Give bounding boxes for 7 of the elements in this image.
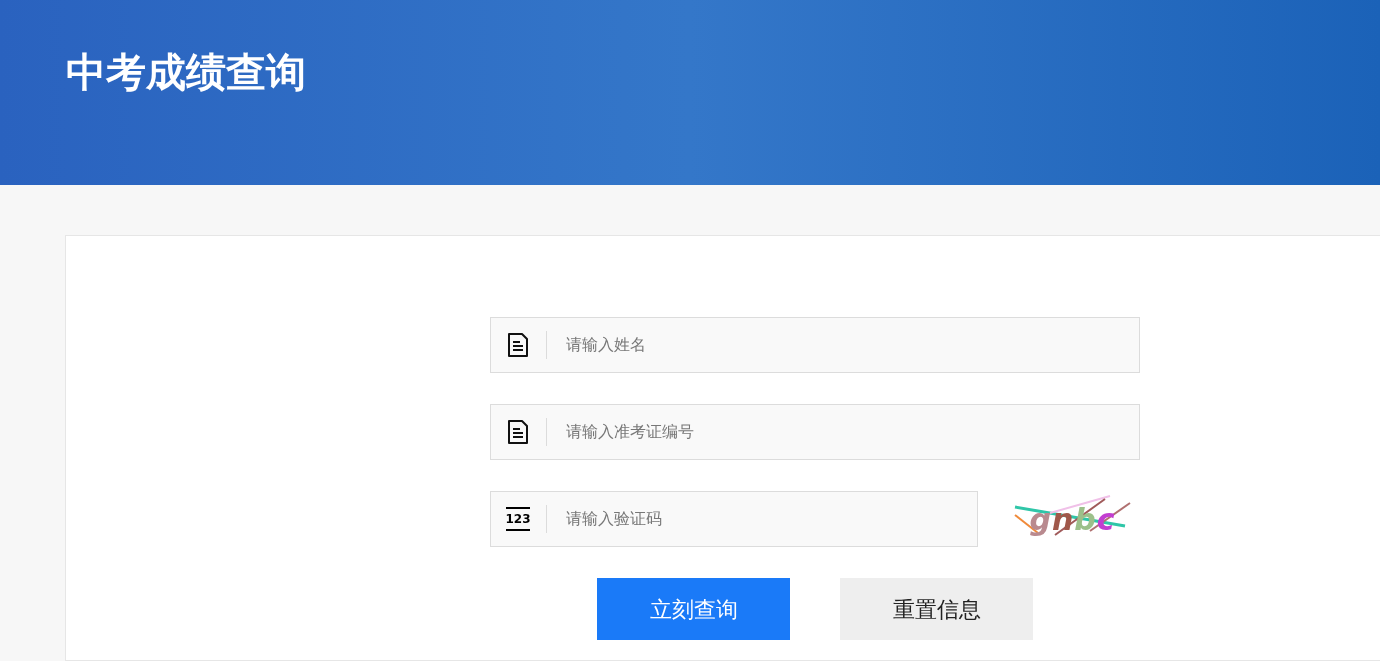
- document-icon: [507, 333, 529, 357]
- document-icon: [507, 420, 529, 444]
- query-button[interactable]: 立刻查询: [597, 578, 790, 640]
- reset-button[interactable]: 重置信息: [840, 578, 1033, 640]
- page-title: 中考成绩查询: [66, 48, 306, 96]
- input-field[interactable]: 请输入准考证编号: [490, 404, 1140, 460]
- input-field[interactable]: 请输入姓名: [490, 317, 1140, 373]
